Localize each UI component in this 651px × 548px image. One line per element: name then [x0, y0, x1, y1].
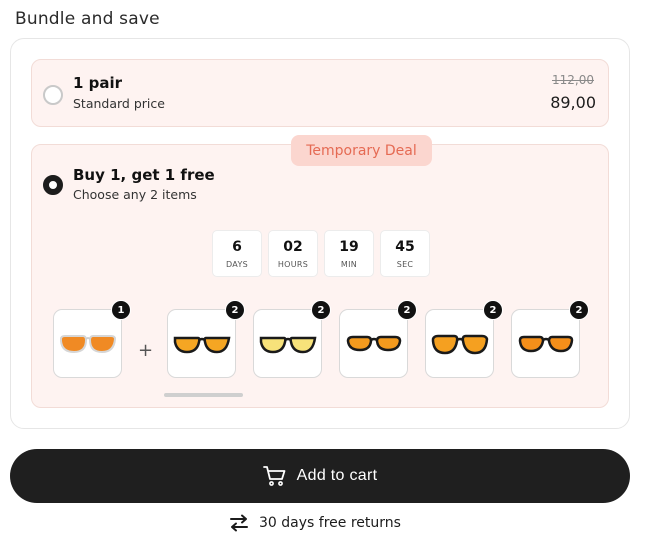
sunglasses-icon	[346, 335, 401, 351]
item-count-badge: 2	[397, 300, 417, 320]
countdown-hours: 02 HOURS	[268, 230, 318, 277]
item-count-badge: 2	[311, 300, 331, 320]
plus-sign: +	[138, 340, 154, 361]
countdown-label: SEC	[396, 259, 414, 269]
sunglasses-icon	[431, 334, 488, 354]
temporary-deal-badge: Temporary Deal	[291, 135, 432, 166]
countdown-label: MIN	[340, 259, 358, 269]
add-to-cart-label: Add to cart	[296, 467, 378, 484]
countdown-value: 45	[395, 238, 415, 255]
option-title: 1 pair	[73, 74, 123, 92]
product-thumbnail[interactable]: 2	[253, 300, 331, 378]
option-title: Buy 1, get 1 free	[73, 166, 215, 184]
countdown-minutes: 19 MIN	[324, 230, 374, 277]
swap-arrows-icon	[230, 514, 248, 532]
old-price: 112,00	[552, 73, 594, 87]
product-thumbnail[interactable]: 2	[339, 300, 417, 378]
item-count-badge: 1	[111, 300, 131, 320]
product-thumbnail[interactable]: 2	[425, 300, 503, 378]
product-thumbnail-selected[interactable]: 1	[53, 300, 131, 378]
cart-icon	[262, 466, 286, 486]
add-to-cart-button[interactable]: Add to cart	[10, 449, 630, 503]
product-thumbnail[interactable]: 2	[167, 300, 245, 378]
radio-unselected[interactable]	[43, 85, 63, 105]
bundle-option-1-pair[interactable]: 1 pair Standard price 112,00 89,00	[31, 59, 609, 127]
items-scrollbar[interactable]	[164, 393, 243, 397]
item-count-badge: 2	[569, 300, 589, 320]
sunglasses-icon	[518, 335, 573, 352]
countdown-label: DAYS	[225, 259, 249, 269]
option-subtitle: Choose any 2 items	[73, 187, 197, 202]
section-title: Bundle and save	[15, 9, 160, 29]
option-subtitle: Standard price	[73, 96, 165, 111]
countdown-timer: 6 DAYS 02 HOURS 19 MIN 45 SEC	[212, 230, 430, 277]
sunglasses-icon	[259, 336, 316, 353]
countdown-value: 19	[339, 238, 359, 255]
radio-selected[interactable]	[43, 175, 63, 195]
countdown-seconds: 45 SEC	[380, 230, 430, 277]
countdown-value: 02	[283, 238, 303, 255]
countdown-days: 6 DAYS	[212, 230, 262, 277]
item-count-badge: 2	[225, 300, 245, 320]
sunglasses-icon	[59, 334, 116, 353]
free-returns-note: 30 days free returns	[229, 514, 401, 532]
product-thumbnail[interactable]: 2	[511, 300, 589, 378]
item-count-badge: 2	[483, 300, 503, 320]
sunglasses-icon	[173, 336, 230, 353]
countdown-value: 6	[232, 238, 242, 255]
free-returns-label: 30 days free returns	[259, 515, 401, 531]
countdown-label: HOURS	[277, 259, 309, 269]
current-price: 89,00	[550, 93, 596, 112]
